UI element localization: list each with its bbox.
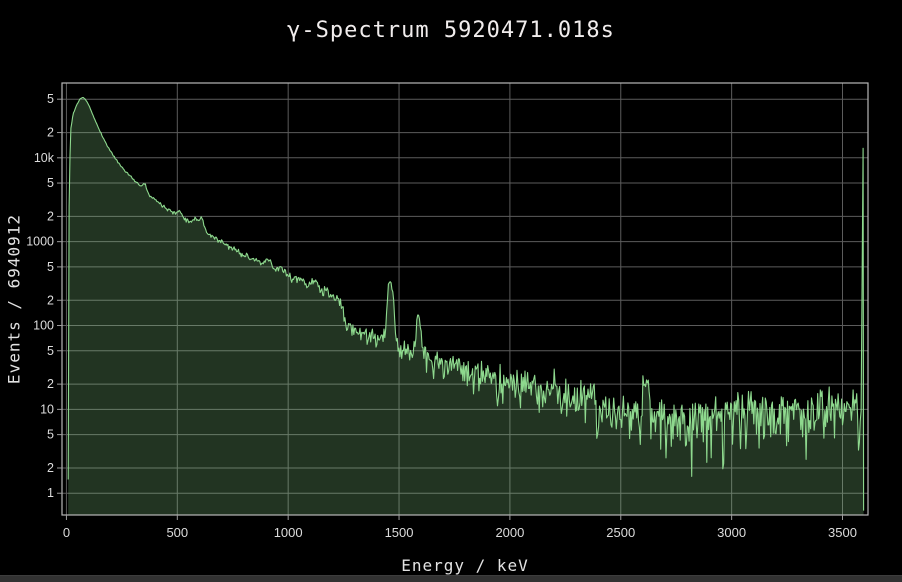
x-tick-label: 2000: [495, 525, 524, 540]
y-tick-label: 5: [47, 344, 54, 358]
x-axis-title: Energy / keV: [62, 556, 868, 575]
y-tick-label: 1: [47, 486, 54, 500]
spectrum-chart: 0 500 1000 1500 2000 2500 3000 3500 1 2 5 10 2 5 100 2 5…: [0, 0, 902, 582]
y-tick-label: 5: [47, 260, 54, 274]
y-tick-label: 10: [40, 402, 54, 416]
y-axis-title: Events / 6940912: [5, 214, 24, 384]
y-tick-label: 5: [47, 176, 54, 190]
y-tick-label: 2: [47, 209, 54, 223]
y-tick-label: 2: [47, 377, 54, 391]
y-tick-label: 5: [47, 92, 54, 106]
y-tick-label: 100: [33, 319, 54, 333]
y-tick-label: 2: [47, 461, 54, 475]
plot-canvas[interactable]: [62, 83, 868, 515]
window-bottom-edge: [0, 575, 902, 582]
x-tick-label: 2500: [606, 525, 635, 540]
x-tick-label: 0: [63, 525, 70, 540]
x-tick-label: 500: [166, 525, 188, 540]
y-tick-label: 1000: [26, 235, 54, 249]
y-tick-label: 5: [47, 428, 54, 442]
x-tick-label: 3000: [717, 525, 746, 540]
y-tick-label: 2: [47, 126, 54, 140]
x-tick-label: 1000: [274, 525, 303, 540]
y-tick-label: 2: [47, 293, 54, 307]
y-tick-label: 10k: [34, 151, 55, 165]
x-tick-label: 3500: [828, 525, 857, 540]
gamma-spectrum-window: γ-Spectrum 5920471.018s 0500100015002000…: [0, 0, 902, 582]
x-tick-label: 1500: [385, 525, 414, 540]
